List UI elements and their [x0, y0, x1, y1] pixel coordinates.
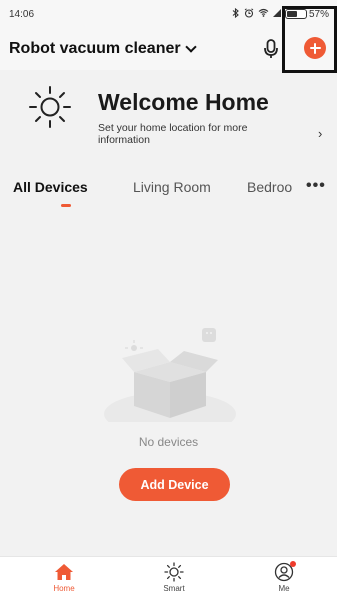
empty-state-message: No devices	[138, 435, 199, 449]
empty-box-illustration	[104, 322, 244, 436]
notification-badge	[290, 561, 296, 567]
status-icons: 57%	[232, 7, 329, 21]
welcome-subtitle[interactable]: Set your home location for more informat…	[98, 122, 288, 146]
battery-percent: 57%	[308, 8, 329, 20]
tab-all-devices[interactable]: All Devices	[13, 179, 88, 195]
room-tabs: All Devices Living Room Bedroo	[0, 175, 337, 209]
microphone-icon[interactable]	[263, 38, 279, 60]
home-name: Robot vacuum cleaner	[9, 40, 181, 57]
battery-icon	[284, 9, 307, 19]
nav-home[interactable]: Home	[34, 557, 94, 596]
home-selector[interactable]: Robot vacuum cleaner	[9, 40, 197, 58]
nav-home-label: Home	[53, 584, 75, 593]
sun-icon	[164, 562, 184, 582]
alarm-icon	[244, 7, 254, 21]
nav-smart[interactable]: Smart	[144, 557, 204, 596]
user-icon	[274, 561, 296, 582]
wifi-icon	[258, 8, 269, 20]
bluetooth-icon	[232, 7, 240, 21]
status-time: 14:06	[9, 8, 35, 20]
tab-bedroom[interactable]: Bedroo	[247, 179, 292, 195]
add-device-button[interactable]: Add Device	[119, 468, 230, 501]
home-icon	[54, 562, 74, 582]
signal-icon	[272, 8, 281, 20]
status-bar: 14:06 57%	[0, 0, 337, 28]
add-device-plus-button[interactable]	[304, 37, 326, 59]
nav-me-label: Me	[278, 584, 290, 593]
welcome-title: Welcome Home	[98, 89, 269, 115]
nav-smart-label: Smart	[163, 584, 185, 593]
chevron-down-icon	[184, 41, 197, 53]
battery-indicator: 57%	[284, 8, 329, 20]
more-icon[interactable]: •••	[306, 177, 326, 195]
app-header: Robot vacuum cleaner	[0, 28, 337, 70]
battery-fill	[286, 11, 297, 17]
bottom-nav: Home Smart Me	[0, 556, 337, 596]
tab-living-room[interactable]: Living Room	[133, 179, 211, 195]
nav-me[interactable]: Me	[254, 557, 314, 596]
chevron-right-icon[interactable]: ›	[318, 126, 322, 141]
active-tab-indicator	[61, 204, 71, 207]
sun-icon	[28, 85, 72, 129]
